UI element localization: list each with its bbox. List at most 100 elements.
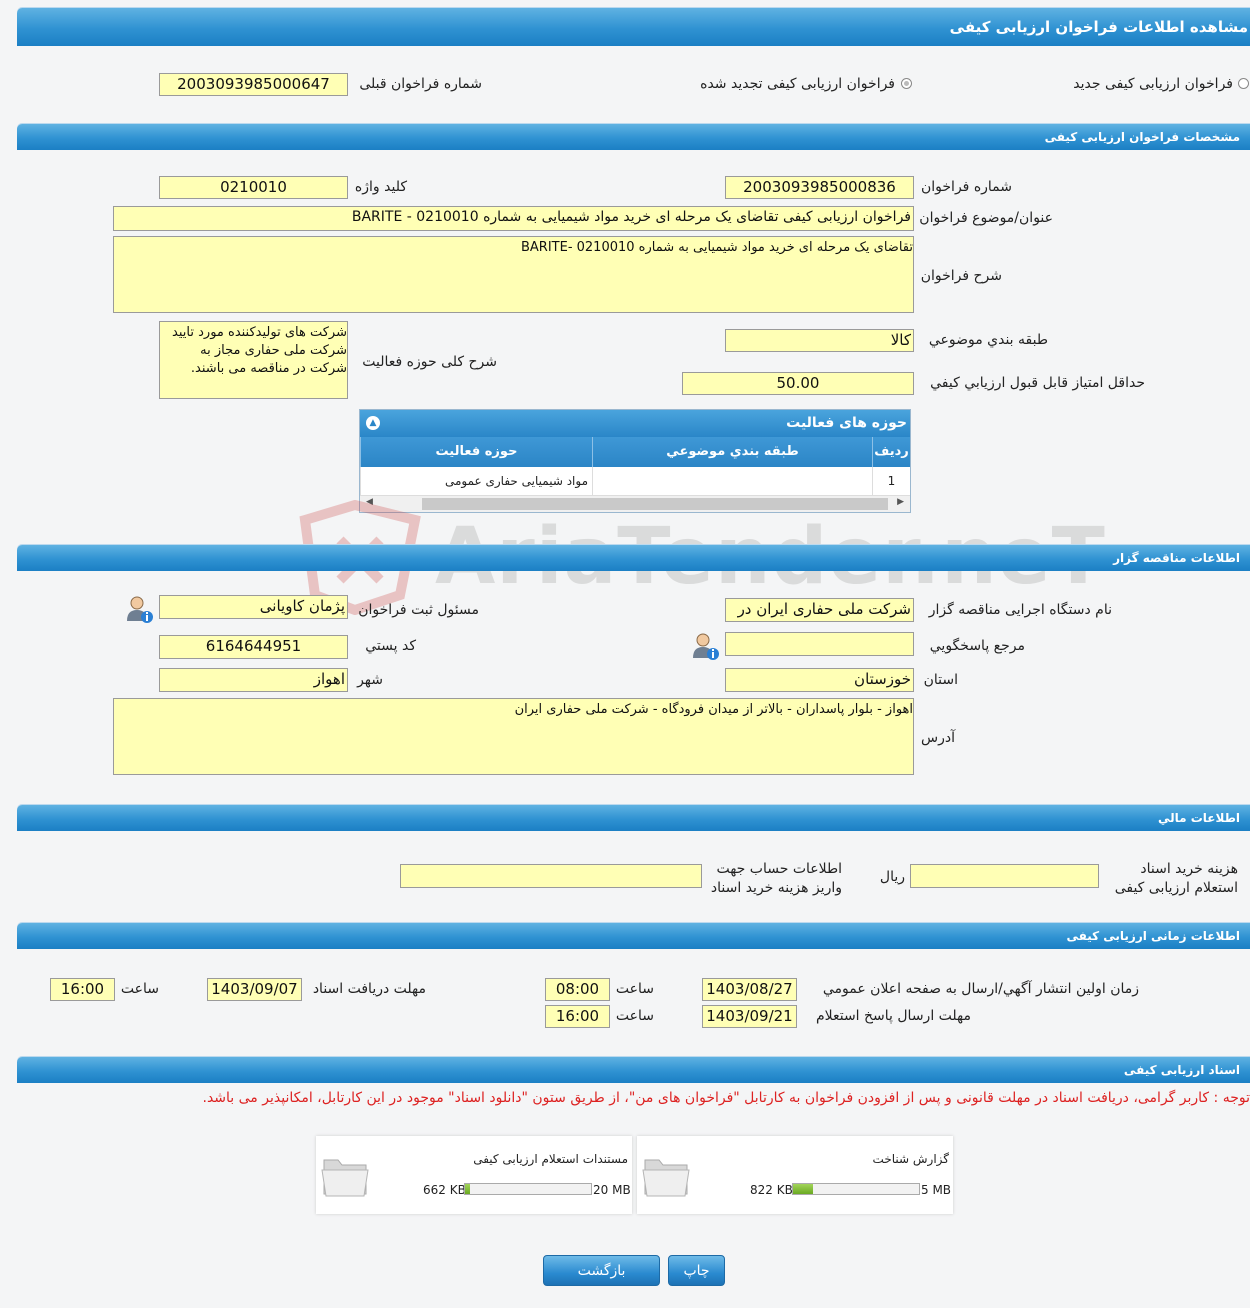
call-number-label: شماره فراخوان	[921, 179, 1012, 195]
prev-number-label: شماره فراخوان قبلی	[359, 76, 482, 92]
city-label: شهر	[357, 672, 383, 688]
category-field: کالا	[725, 329, 914, 352]
documents-section-title: اسناد ارزیابی کیفی	[1123, 1063, 1240, 1077]
activity-grid-title: حوزه های فعالیت	[786, 415, 907, 431]
documents-section-header: اسناد ارزیابی کیفی	[17, 1057, 1250, 1083]
province-field: خوزستان	[725, 668, 914, 692]
organizer-section-header: اطلاعات مناقصه گزار	[17, 545, 1250, 571]
back-button[interactable]: بازگشت	[543, 1255, 660, 1286]
scroll-thumb[interactable]	[422, 498, 888, 510]
response-time-label: ساعت	[615, 1008, 654, 1024]
scroll-right-icon[interactable]: ▶	[897, 497, 904, 507]
responsible-label: مسئول ثبت فراخوان	[358, 602, 479, 618]
address-label: آدرس	[921, 730, 955, 746]
currency-label: ریال	[879, 869, 905, 885]
responsible-field: پژمان کاویانی	[159, 595, 348, 619]
organizer-section-title: اطلاعات مناقصه گزار	[1113, 551, 1240, 565]
file-usage-fill	[465, 1184, 471, 1194]
min-score-field: 50.00	[682, 372, 914, 395]
reference-info-icon[interactable]	[690, 631, 720, 661]
horizontal-scrollbar[interactable]: ◀ ▶	[360, 495, 910, 512]
response-date-field: 1403/09/21	[702, 1005, 797, 1028]
publish-time-field: 08:00	[545, 978, 610, 1001]
account-field	[400, 864, 702, 888]
publish-time-label: ساعت	[615, 981, 654, 997]
collapse-icon[interactable]: ▲	[366, 416, 380, 430]
col-index[interactable]: ردیف	[872, 437, 910, 467]
file-max-size: 5 MB	[921, 1183, 952, 1197]
receive-time-label: ساعت	[120, 981, 159, 997]
org-label: نام دستگاه اجرایی مناقصه گزار	[928, 602, 1112, 618]
fee-label-line2: استعلام ارزیابی کیفی	[1114, 880, 1238, 896]
min-score-label: حداقل امتياز قابل قبول ارزيابي کيفي	[930, 375, 1145, 391]
file-usage-bar	[792, 1183, 920, 1195]
folder-icon[interactable]	[641, 1150, 693, 1200]
renewed-call-radio[interactable]	[901, 78, 912, 89]
keyword-field: 0210010	[159, 176, 348, 199]
financial-section-title: اطلاعات مالي	[1157, 811, 1240, 825]
account-label: اطلاعات حساب جهت واریز هزینه خرید اسناد	[711, 860, 842, 898]
file-usage-fill	[793, 1184, 814, 1194]
category-label: طبقه بندي موضوعي	[928, 332, 1048, 348]
scroll-left-icon[interactable]: ◀	[366, 497, 373, 507]
row-index: 1	[872, 467, 910, 495]
user-info-icon[interactable]	[124, 594, 154, 624]
city-field: اهواز	[159, 668, 348, 692]
spec-section-header: مشخصات فراخوان ارزیابی کیفی	[17, 124, 1250, 150]
response-label: مهلت ارسال پاسخ استعلام	[815, 1008, 971, 1024]
activity-scope-label: شرح کلی حوزه فعالیت	[362, 354, 497, 370]
account-label-line1: اطلاعات حساب جهت	[716, 861, 842, 877]
publish-date-field: 1403/08/27	[702, 978, 797, 1001]
response-time-field: 16:00	[545, 1005, 610, 1028]
reference-field	[725, 632, 914, 656]
description-label: شرح فراخوان	[920, 268, 1002, 284]
file-name[interactable]: مستندات استعلام ارزیابی کیفی	[473, 1152, 628, 1166]
receive-date-field: 1403/09/07	[207, 978, 302, 1001]
renewed-call-label: فراخوان ارزیابی کیفی تجدید شده	[700, 76, 895, 92]
file-max-size: 20 MB	[593, 1183, 631, 1197]
col-category[interactable]: طبقه بندي موضوعي	[592, 437, 872, 467]
file-usage-bar	[464, 1183, 592, 1195]
fee-label: هزینه خرید اسناد استعلام ارزیابی کیفی	[1115, 860, 1238, 898]
row-activity: مواد شیمیایی حفاری عمومی	[360, 467, 592, 495]
call-number-field: 2003093985000836	[725, 176, 914, 199]
time-section-header: اطلاعات زمانی ارزیابی کیفی	[17, 923, 1250, 949]
publish-label: زمان اولین انتشار آگهي/ارسال به صفحه اعل…	[822, 981, 1139, 997]
time-section-title: اطلاعات زمانی ارزیابی کیفی	[1066, 929, 1240, 943]
folder-icon[interactable]	[320, 1150, 372, 1200]
fee-label-line1: هزینه خرید اسناد	[1140, 861, 1238, 877]
receive-time-field: 16:00	[50, 978, 115, 1001]
org-field: شرکت ملی حفاری ایران در	[725, 598, 914, 622]
activity-scope-field: شرکت های تولیدکننده مورد تایید شرکت ملی …	[159, 321, 348, 399]
activity-grid-header: حوزه های فعالیت ▲	[360, 410, 910, 437]
table-row[interactable]: 1 مواد شیمیایی حفاری عمومی	[360, 467, 910, 496]
documents-notice: توجه : کاربر گرامی، دریافت اسناد در مهلت…	[202, 1090, 1250, 1106]
keyword-label: کلید واژه	[354, 179, 407, 195]
row-category	[592, 467, 872, 495]
financial-section-header: اطلاعات مالي	[17, 805, 1250, 831]
account-label-line2: واریز هزینه خرید اسناد	[710, 880, 842, 896]
fee-field	[910, 864, 1099, 888]
province-label: استان	[923, 672, 958, 688]
receive-label: مهلت دریافت اسناد	[312, 981, 426, 997]
print-button[interactable]: چاپ	[668, 1255, 725, 1286]
file-size: 662 KB	[423, 1183, 466, 1197]
page-title: مشاهده اطلاعات فراخوان ارزیابی کیفی	[949, 18, 1248, 36]
file-size: 822 KB	[750, 1183, 793, 1197]
activity-grid: حوزه های فعالیت ▲ ردیف طبقه بندي موضوعي …	[359, 409, 911, 513]
description-field: تقاضای یک مرحله ای خرید مواد شیمیایی به …	[113, 236, 914, 313]
subject-label: عنوان/موضوع فراخوان	[919, 210, 1053, 226]
page-title-bar: مشاهده اطلاعات فراخوان ارزیابی کیفی	[17, 8, 1250, 46]
file-card-inquiry-docs[interactable]: مستندات استعلام ارزیابی کیفی 662 KB 20 M…	[316, 1136, 632, 1214]
col-activity[interactable]: حوزه فعالیت	[360, 437, 592, 467]
activity-grid-columns: ردیف طبقه بندي موضوعي حوزه فعالیت	[360, 437, 910, 467]
address-field: اهواز - بلوار پاسداران - بالاتر از میدان…	[113, 698, 914, 775]
postal-label: کد پستي	[365, 638, 416, 654]
file-name[interactable]: گزارش شناخت	[873, 1152, 949, 1166]
new-call-radio[interactable]	[1238, 78, 1249, 89]
postal-field: 6164644951	[159, 635, 348, 659]
spec-section-title: مشخصات فراخوان ارزیابی کیفی	[1044, 130, 1240, 144]
new-call-label: فراخوان ارزیابی کیفی جدید	[1073, 76, 1233, 92]
file-card-report[interactable]: گزارش شناخت 822 KB 5 MB	[637, 1136, 953, 1214]
prev-number-field: 2003093985000647	[159, 73, 348, 96]
